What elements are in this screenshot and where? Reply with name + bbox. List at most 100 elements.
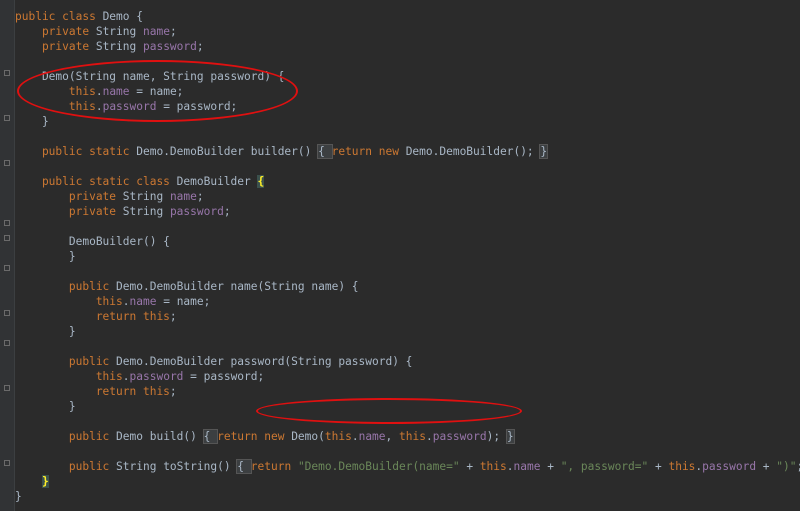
fold-marker-icon[interactable] bbox=[4, 220, 10, 226]
code-token: ; bbox=[223, 205, 231, 218]
code-token: = password; bbox=[156, 100, 238, 113]
fold-marker-icon[interactable] bbox=[4, 310, 10, 316]
code-token: private bbox=[15, 40, 96, 53]
code-token: private bbox=[15, 190, 123, 203]
code-line[interactable]: return this; bbox=[15, 309, 177, 324]
code-token: private bbox=[15, 205, 123, 218]
code-token: private bbox=[15, 25, 96, 38]
code-token: this bbox=[668, 460, 696, 473]
code-line[interactable]: } bbox=[15, 324, 76, 339]
code-line[interactable]: private String name; bbox=[15, 189, 204, 204]
code-token: String bbox=[95, 40, 143, 53]
code-token: } bbox=[15, 490, 22, 503]
code-token: . bbox=[506, 460, 514, 473]
fold-marker-icon[interactable] bbox=[4, 460, 10, 466]
code-line[interactable]: public static Demo.DemoBuilder builder()… bbox=[15, 144, 549, 159]
code-token: name bbox=[142, 25, 170, 38]
code-token: + bbox=[459, 460, 480, 473]
code-token: } bbox=[15, 325, 76, 338]
code-line[interactable]: return this; bbox=[15, 384, 177, 399]
code-token: public bbox=[15, 430, 117, 443]
code-line[interactable]: Demo(String name, String password) { bbox=[15, 69, 284, 84]
code-token: name bbox=[358, 430, 386, 443]
code-line[interactable]: this.name = name; bbox=[15, 84, 184, 99]
code-line[interactable]: public Demo.DemoBuilder name(String name… bbox=[15, 279, 359, 294]
code-token: ; bbox=[169, 385, 177, 398]
code-token: Demo.DemoBuilder password(String passwor… bbox=[116, 355, 413, 368]
code-token: Demo.DemoBuilder builder() bbox=[136, 145, 319, 158]
code-token: Demo( bbox=[291, 430, 325, 443]
code-token: } bbox=[15, 400, 76, 413]
code-token: ; bbox=[169, 25, 177, 38]
code-line[interactable]: } bbox=[15, 249, 76, 264]
code-token: password bbox=[129, 370, 184, 383]
code-line[interactable]: } bbox=[15, 399, 76, 414]
code-line[interactable]: this.password = password; bbox=[15, 99, 237, 114]
code-token: ; bbox=[169, 310, 177, 323]
fold-marker-icon[interactable] bbox=[4, 265, 10, 271]
code-token: , bbox=[385, 430, 400, 443]
code-token: password bbox=[432, 430, 487, 443]
code-token: Demo(String name, String password) { bbox=[15, 70, 285, 83]
code-token: name bbox=[513, 460, 541, 473]
code-line[interactable]: public String toString() { return "Demo.… bbox=[15, 459, 800, 474]
code-token: + bbox=[540, 460, 561, 473]
fold-marker-icon[interactable] bbox=[4, 385, 10, 391]
code-token: public class bbox=[15, 10, 103, 23]
code-token: return this bbox=[15, 385, 170, 398]
code-editor[interactable]: public class Demo { private String name;… bbox=[14, 0, 800, 511]
code-token: = name; bbox=[129, 85, 184, 98]
code-token: Demo { bbox=[102, 10, 143, 23]
code-token: String toString() bbox=[116, 460, 238, 473]
code-token: = name; bbox=[156, 295, 211, 308]
code-token: { bbox=[236, 459, 252, 474]
code-token: Demo.DemoBuilder(); bbox=[405, 145, 541, 158]
code-line[interactable]: this.name = name; bbox=[15, 294, 211, 309]
code-token: . bbox=[122, 370, 130, 383]
code-line[interactable]: public class Demo { bbox=[15, 9, 143, 24]
code-token: String bbox=[122, 190, 170, 203]
code-line[interactable]: DemoBuilder() { bbox=[15, 234, 170, 249]
code-line[interactable]: this.password = password; bbox=[15, 369, 264, 384]
code-line[interactable]: public Demo.DemoBuilder password(String … bbox=[15, 354, 413, 369]
code-line[interactable]: private String password; bbox=[15, 204, 231, 219]
code-token: { bbox=[202, 429, 219, 444]
code-token: public static bbox=[15, 145, 137, 158]
code-token: { bbox=[317, 144, 333, 159]
code-token: Demo build() bbox=[116, 430, 204, 443]
code-token: public bbox=[15, 355, 117, 368]
code-token: ; bbox=[797, 460, 800, 473]
code-token: DemoBuilder bbox=[176, 175, 258, 188]
code-token: name bbox=[102, 85, 130, 98]
code-line[interactable]: private String password; bbox=[15, 39, 204, 54]
code-token: ")" bbox=[776, 460, 797, 473]
code-token: . bbox=[351, 430, 359, 443]
code-token: String bbox=[122, 205, 170, 218]
code-token: "Demo.DemoBuilder(name=" bbox=[297, 460, 460, 473]
code-line[interactable]: public static class DemoBuilder { bbox=[15, 174, 265, 189]
editor-gutter[interactable] bbox=[0, 0, 15, 511]
code-token: this bbox=[15, 100, 96, 113]
fold-marker-icon[interactable] bbox=[4, 340, 10, 346]
code-line[interactable]: } bbox=[15, 489, 22, 504]
fold-marker-icon[interactable] bbox=[4, 70, 10, 76]
code-token: return bbox=[250, 460, 298, 473]
fold-marker-icon[interactable] bbox=[4, 160, 10, 166]
code-line[interactable]: } bbox=[15, 474, 49, 489]
code-line[interactable]: } bbox=[15, 114, 49, 129]
code-token: return new bbox=[331, 145, 406, 158]
code-token: ", password=" bbox=[560, 460, 649, 473]
code-token: DemoBuilder() { bbox=[15, 235, 170, 248]
fold-marker-icon[interactable] bbox=[4, 235, 10, 241]
code-token: { bbox=[257, 175, 265, 188]
code-token: ; bbox=[196, 40, 204, 53]
code-token: } bbox=[41, 475, 49, 488]
code-token: public static class bbox=[15, 175, 177, 188]
code-token: } bbox=[539, 144, 549, 159]
code-line[interactable]: private String name; bbox=[15, 24, 177, 39]
code-line[interactable]: public Demo build() { return new Demo(th… bbox=[15, 429, 515, 444]
code-token: password bbox=[169, 205, 224, 218]
fold-marker-icon[interactable] bbox=[4, 115, 10, 121]
code-token: this bbox=[324, 430, 352, 443]
code-token: this bbox=[15, 295, 123, 308]
